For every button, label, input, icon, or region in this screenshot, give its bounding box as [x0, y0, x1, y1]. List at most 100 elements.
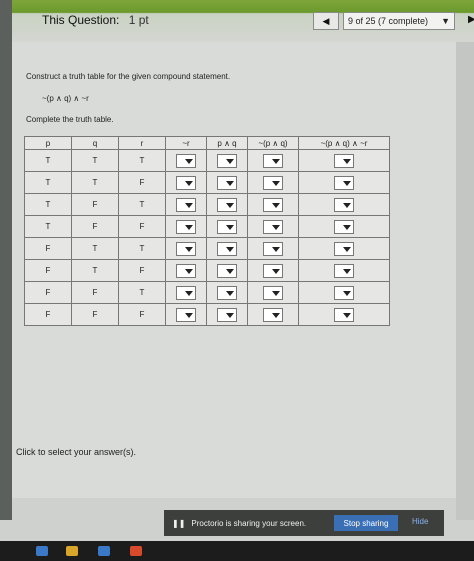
- header-p-and-q: p ∧ q: [206, 136, 248, 150]
- cell-p: T: [24, 215, 72, 238]
- table-row: F F T: [24, 281, 390, 304]
- cell-not-p-and-q: [247, 193, 299, 216]
- answer-dropdown[interactable]: [217, 153, 237, 168]
- folder-icon[interactable]: [66, 546, 78, 556]
- answer-dropdown[interactable]: [263, 197, 283, 212]
- cell-q: F: [71, 303, 119, 326]
- cell-not-r: [165, 193, 207, 216]
- next-question-button[interactable]: ▶: [468, 14, 474, 25]
- compound-statement: ~(p ∧ q) ∧ ~r: [42, 94, 89, 103]
- cell-q: F: [71, 193, 119, 216]
- answer-dropdown[interactable]: [263, 263, 283, 278]
- header-result: ~(p ∧ q) ∧ ~r: [298, 136, 390, 150]
- cell-not-p-and-q: [247, 171, 299, 194]
- answer-dropdown[interactable]: [334, 175, 354, 190]
- cell-q: T: [71, 171, 119, 194]
- answer-dropdown[interactable]: [334, 263, 354, 278]
- answer-dropdown[interactable]: [176, 241, 196, 256]
- cell-p-and-q: [206, 281, 248, 304]
- question-header: This Question: 1 pt ◀ 9 of 25 (7 complet…: [12, 0, 474, 42]
- cell-p-and-q: [206, 149, 248, 172]
- browser-icon[interactable]: [130, 546, 142, 556]
- answer-dropdown[interactable]: [176, 219, 196, 234]
- cell-r: F: [118, 259, 166, 282]
- cell-p-and-q: [206, 237, 248, 260]
- cell-not-p-and-q: [247, 149, 299, 172]
- app-icon[interactable]: [36, 546, 48, 556]
- header-p: p: [24, 136, 72, 150]
- app-icon[interactable]: [98, 546, 110, 556]
- table-row: T T F: [24, 171, 390, 194]
- answer-dropdown[interactable]: [217, 175, 237, 190]
- answer-dropdown[interactable]: [334, 285, 354, 300]
- cell-p: T: [24, 149, 72, 172]
- answer-dropdown[interactable]: [176, 175, 196, 190]
- answer-dropdown[interactable]: [217, 285, 237, 300]
- table-row: F F F: [24, 303, 390, 326]
- header-q: q: [71, 136, 119, 150]
- answer-dropdown[interactable]: [176, 263, 196, 278]
- left-panel-strip: [0, 0, 12, 520]
- answer-dropdown[interactable]: [263, 219, 283, 234]
- cell-not-p-and-q: [247, 215, 299, 238]
- cell-p-and-q: [206, 171, 248, 194]
- table-row: T F F: [24, 215, 390, 238]
- cell-result: [298, 193, 390, 216]
- cell-r: F: [118, 215, 166, 238]
- cell-not-r: [165, 149, 207, 172]
- prev-triangle-icon: ◀: [322, 15, 330, 26]
- table-row: T T T: [24, 149, 390, 172]
- answer-dropdown[interactable]: [176, 285, 196, 300]
- stop-sharing-button[interactable]: Stop sharing: [334, 515, 398, 531]
- answer-dropdown[interactable]: [263, 153, 283, 168]
- answer-dropdown[interactable]: [334, 197, 354, 212]
- cell-not-r: [165, 281, 207, 304]
- proctorio-message: Proctorio is sharing your screen.: [191, 518, 307, 528]
- pause-icon: ❚❚: [172, 518, 186, 528]
- answer-dropdown[interactable]: [263, 307, 283, 322]
- answer-dropdown[interactable]: [217, 263, 237, 278]
- cell-r: T: [118, 281, 166, 304]
- table-row: T F T: [24, 193, 390, 216]
- right-scroll-column: [456, 42, 474, 520]
- table-row: F T F: [24, 259, 390, 282]
- cell-not-p-and-q: [247, 237, 299, 260]
- next-triangle-icon: ▶: [468, 14, 474, 25]
- answer-dropdown[interactable]: [334, 219, 354, 234]
- answer-dropdown[interactable]: [263, 285, 283, 300]
- header-r: r: [118, 136, 166, 150]
- answer-dropdown[interactable]: [217, 219, 237, 234]
- answer-dropdown[interactable]: [217, 307, 237, 322]
- answer-dropdown[interactable]: [176, 197, 196, 212]
- question-title: This Question: 1 pt: [42, 13, 149, 27]
- header-not-p-and-q: ~(p ∧ q): [247, 136, 299, 150]
- cell-p-and-q: [206, 259, 248, 282]
- truth-table: p q r ~r p ∧ q ~(p ∧ q) ~(p ∧ q) ∧ ~r T …: [24, 136, 390, 326]
- cell-not-p-and-q: [247, 303, 299, 326]
- cell-p-and-q: [206, 215, 248, 238]
- cell-q: F: [71, 215, 119, 238]
- answer-dropdown[interactable]: [263, 241, 283, 256]
- answer-dropdown[interactable]: [334, 241, 354, 256]
- cell-p: T: [24, 171, 72, 194]
- cell-result: [298, 237, 390, 260]
- instruction-text: Construct a truth table for the given co…: [26, 72, 231, 81]
- cell-p: T: [24, 193, 72, 216]
- answer-instruction: Click to select your answer(s).: [16, 447, 137, 457]
- chevron-down-icon: ▼: [441, 16, 450, 26]
- answer-dropdown[interactable]: [334, 307, 354, 322]
- cell-p-and-q: [206, 193, 248, 216]
- answer-dropdown[interactable]: [217, 197, 237, 212]
- taskbar: [0, 541, 474, 561]
- answer-dropdown[interactable]: [334, 153, 354, 168]
- cell-not-r: [165, 303, 207, 326]
- answer-dropdown[interactable]: [217, 241, 237, 256]
- answer-dropdown[interactable]: [176, 153, 196, 168]
- cell-r: T: [118, 149, 166, 172]
- previous-question-button[interactable]: ◀: [313, 12, 339, 30]
- question-content: Construct a truth table for the given co…: [12, 42, 456, 498]
- hide-button[interactable]: Hide: [412, 517, 428, 526]
- answer-dropdown[interactable]: [176, 307, 196, 322]
- answer-dropdown[interactable]: [263, 175, 283, 190]
- question-progress-dropdown[interactable]: 9 of 25 (7 complete) ▼: [343, 12, 455, 30]
